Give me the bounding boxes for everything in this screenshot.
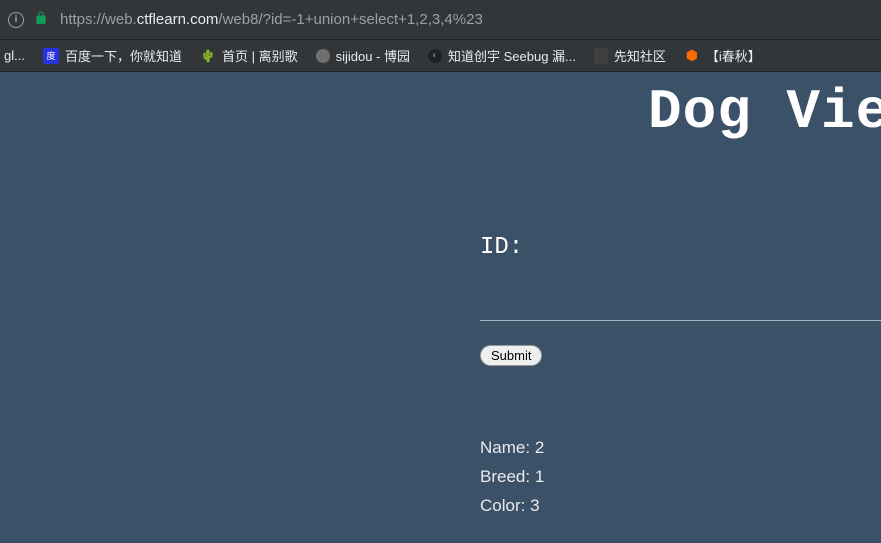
cactus-icon: 🌵 — [200, 48, 216, 64]
bookmark-label: 知道创宇 Seebug 漏... — [448, 46, 576, 65]
submit-button[interactable]: Submit — [480, 345, 542, 366]
color-label: Color: — [480, 496, 525, 515]
results-area: Name: 2 Breed: 1 Color: 3 — [480, 434, 544, 521]
bookmark-baidu[interactable]: 度 百度一下，你就知道 — [43, 46, 182, 65]
result-breed: Breed: 1 — [480, 463, 544, 492]
bookmark-label: 百度一下，你就知道 — [65, 46, 182, 65]
address-bar: i https://web.ctflearn.com/web8/?id=-1+u… — [0, 0, 881, 40]
blank-icon — [594, 48, 608, 64]
dark-icon: ◐ — [428, 49, 442, 63]
result-color: Color: 3 — [480, 492, 544, 521]
name-label: Name: — [480, 438, 530, 457]
breed-value: 1 — [535, 467, 544, 486]
bookmark-seebug[interactable]: ◐ 知道创宇 Seebug 漏... — [428, 46, 576, 65]
bookmark-sijidou[interactable]: sijidou - 博园 — [316, 46, 410, 65]
bookmarks-bar: gl... 度 百度一下，你就知道 🌵 首页 | 离别歌 sijidou - 博… — [0, 40, 881, 72]
bookmark-ichunqiu[interactable]: ⬢ 【i春秋】 — [684, 46, 761, 65]
page-title: Dog Viewer — [648, 80, 881, 144]
bookmark-libiege[interactable]: 🌵 首页 | 离别歌 — [200, 46, 298, 65]
color-value: 3 — [530, 496, 539, 515]
url-text[interactable]: https://web.ctflearn.com/web8/?id=-1+uni… — [60, 11, 483, 28]
gray-icon — [316, 49, 330, 63]
bookmark-gl[interactable]: gl... — [4, 48, 25, 63]
bookmark-xianzhi[interactable]: 先知社区 — [594, 46, 666, 65]
name-value: 2 — [535, 438, 544, 457]
baidu-icon: 度 — [43, 48, 59, 64]
bookmark-label: 【i春秋】 — [706, 46, 761, 65]
bookmark-label: gl... — [4, 48, 25, 63]
bookmark-label: 首页 | 离别歌 — [222, 46, 298, 65]
breed-label: Breed: — [480, 467, 530, 486]
page-content: Dog Viewer ID: Submit Name: 2 Breed: 1 C… — [0, 72, 881, 543]
orange-icon: ⬢ — [684, 48, 700, 64]
bookmark-label: sijidou - 博园 — [336, 46, 410, 65]
bookmark-label: 先知社区 — [614, 46, 666, 65]
form-area: ID: Submit — [480, 234, 881, 366]
lock-icon[interactable] — [34, 11, 48, 28]
id-input[interactable] — [480, 293, 881, 321]
info-icon[interactable]: i — [8, 12, 24, 28]
id-label: ID: — [480, 234, 881, 261]
result-name: Name: 2 — [480, 434, 544, 463]
